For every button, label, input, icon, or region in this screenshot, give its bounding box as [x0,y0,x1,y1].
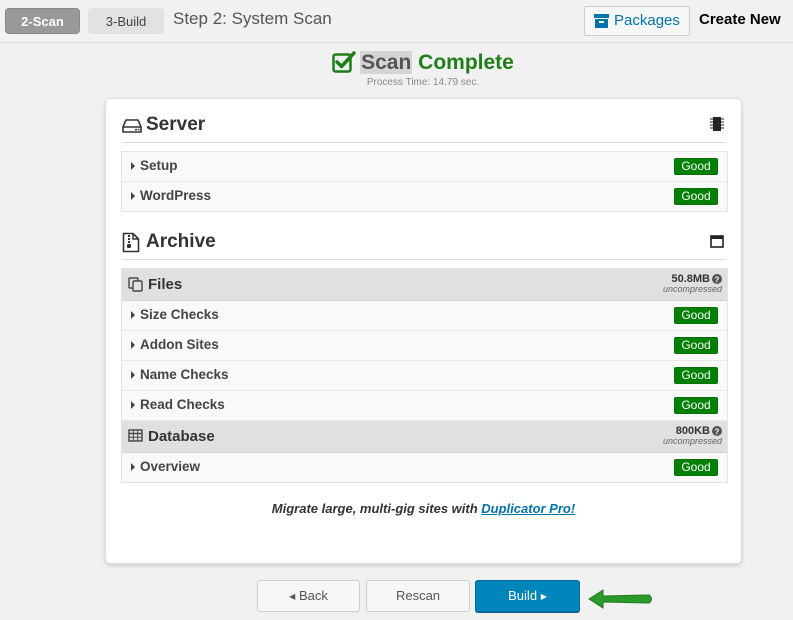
check-label: Setup [140,158,178,173]
step-2-scan-button[interactable]: 2-Scan [5,8,80,34]
caret-right-icon [131,401,135,409]
complete-word: Complete [418,51,514,74]
check-row-overview[interactable]: Overview Good [122,453,727,482]
archive-checks-box: Files 50.8MB? uncompressed Size Checks G… [121,268,728,483]
check-label: Name Checks [140,367,229,382]
caret-right-icon [131,311,135,319]
server-section-title: Server [146,114,206,135]
status-badge: Good [674,337,718,354]
database-group-header: Database 800KB? uncompressed [122,421,727,453]
page-title: Step 2: System Scan [173,9,332,28]
server-checks-box: Setup Good WordPress Good [121,151,728,212]
check-label: Size Checks [140,307,219,322]
duplicator-pro-link[interactable]: Duplicator Pro! [481,501,575,516]
status-badge: Good [674,397,718,414]
caret-right-icon [131,162,135,170]
back-button[interactable]: ◀ Back [257,580,360,612]
archive-section-title: Archive [146,231,216,252]
svg-text:?: ? [715,275,720,284]
check-row-addon-sites[interactable]: Addon Sites Good [122,331,727,361]
check-label: Addon Sites [140,337,219,352]
step-3-build-button[interactable]: 3-Build [88,8,164,34]
caret-right-icon [131,192,135,200]
check-label: WordPress [140,188,212,203]
window-icon [710,235,724,248]
caret-right-icon [131,371,135,379]
status-badge: Good [674,367,718,384]
status-badge: Good [674,188,718,205]
files-group-header: Files 50.8MB? uncompressed [122,269,727,301]
caret-right-icon [131,341,135,349]
promo-text: Migrate large, multi-gig sites with [271,501,482,516]
scan-results-panel: Server Setup Good WordPress Good Archive… [105,98,742,564]
database-group-title: Database [148,428,215,445]
scan-word: Scan [360,51,413,74]
status-badge: Good [674,307,718,324]
table-icon [128,429,143,442]
build-button[interactable]: Build ▶ [475,580,580,612]
step-bar: 2-Scan 3-Build Step 2: System Scan Packa… [0,0,793,43]
caret-right-icon [131,463,135,471]
packages-label: Packages [614,12,680,29]
svg-text:?: ? [715,427,720,436]
caret-right-icon: ▶ [540,592,547,601]
status-badge: Good [674,459,718,476]
files-group-title: Files [148,276,183,293]
check-row-read-checks[interactable]: Read Checks Good [122,391,727,421]
database-size: 800KB? uncompressed [663,425,722,446]
microchip-icon [710,117,724,131]
build-label: Build [508,588,538,603]
pro-upsell-message: Migrate large, multi-gig sites with Dupl… [106,501,741,516]
question-circle-icon[interactable]: ? [712,426,722,436]
packages-button[interactable]: Packages [584,6,690,36]
check-row-size-checks[interactable]: Size Checks Good [122,301,727,331]
caret-left-icon: ◀ [289,592,296,601]
file-zip-icon [122,232,140,253]
back-label: Back [298,588,328,603]
status-badge: Good [674,158,718,175]
scan-complete-title: Scan Complete [0,48,793,78]
check-label: Overview [140,459,201,474]
create-new-link[interactable]: Create New [699,11,781,28]
process-time: Process Time: 14.79 sec. [366,77,480,88]
question-circle-icon[interactable]: ? [712,274,722,284]
check-square-icon [332,51,356,73]
check-label: Read Checks [140,397,225,412]
archive-section-header[interactable]: Archive [122,227,726,260]
server-section-header[interactable]: Server [122,110,726,143]
archive-box-icon [594,14,609,28]
files-size-note: uncompressed [662,284,722,294]
scan-status-header: Scan Complete Process Time: 14.79 sec. [0,48,793,88]
green-arrow-pointer-icon [588,589,652,609]
check-row-wordpress[interactable]: WordPress Good [122,182,727,211]
check-row-name-checks[interactable]: Name Checks Good [122,361,727,391]
check-row-setup[interactable]: Setup Good [122,152,727,182]
rescan-button[interactable]: Rescan [366,580,470,612]
copy-icon [128,277,143,292]
database-size-note: uncompressed [662,436,722,446]
hard-drive-icon [122,119,142,133]
files-size: 50.8MB? uncompressed [663,273,722,294]
